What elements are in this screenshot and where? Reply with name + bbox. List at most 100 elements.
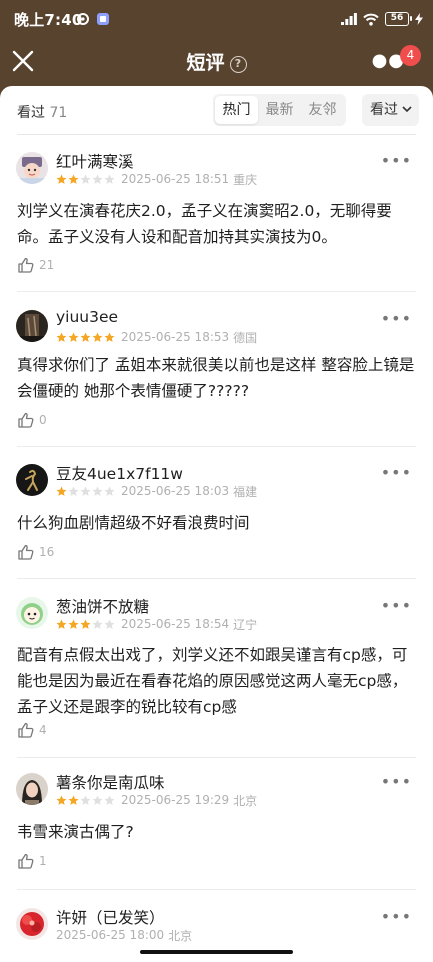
comment-divider bbox=[17, 291, 416, 292]
star-filled-icon bbox=[104, 332, 115, 342]
watched-number: 71 bbox=[49, 105, 68, 121]
star-filled-icon bbox=[68, 795, 79, 805]
comment-meta: 2025-06-25 18:51 重庆 bbox=[56, 172, 257, 187]
comment-date: 2025-06-25 18:03 bbox=[121, 484, 230, 498]
star-empty-icon bbox=[68, 486, 79, 496]
star-filled-icon bbox=[68, 332, 79, 342]
comment-meta: 2025-06-25 18:00 北京 bbox=[56, 928, 193, 943]
comment-text: 真得求你们了 孟姐本来就很美以前也是这样 整容脸上镜是会僵硬的 她那个表情僵硬了… bbox=[17, 356, 415, 400]
like-button[interactable]: 4 bbox=[17, 720, 47, 740]
avatar[interactable] bbox=[16, 597, 48, 629]
star-empty-icon bbox=[80, 174, 91, 184]
battery-icon: 56 bbox=[385, 12, 412, 26]
comment-meta: 2025-06-25 18:53 德国 bbox=[56, 330, 258, 345]
watched-filter-label: 看过 bbox=[370, 102, 398, 118]
comment-username[interactable]: 薯条你是南瓜味 bbox=[56, 771, 165, 793]
comment-text: 韦雪来演古偶了? bbox=[17, 823, 134, 841]
comment-text: 刘学义在演春花庆2.0，孟子义在演窦昭2.0，无聊得要命。孟子义没有人设和配音加… bbox=[17, 202, 392, 246]
thumbs-up-icon bbox=[18, 853, 34, 869]
comment-date: 2025-06-25 18:53 bbox=[121, 330, 230, 344]
like-count: 4 bbox=[39, 723, 47, 737]
star-filled-icon bbox=[56, 332, 67, 342]
star-filled-icon bbox=[68, 174, 79, 184]
comment-divider bbox=[17, 446, 416, 447]
rating-stars bbox=[56, 795, 115, 806]
comment-divider bbox=[17, 578, 416, 579]
comment-username[interactable]: 豆友4ue1x7f11w bbox=[56, 462, 183, 484]
comment-more-icon[interactable]: ••• bbox=[381, 465, 412, 481]
comment-meta: 2025-06-25 18:03 福建 bbox=[56, 484, 258, 499]
like-button[interactable]: 1 bbox=[17, 851, 47, 871]
rating-stars bbox=[56, 174, 115, 185]
avatar[interactable] bbox=[16, 908, 48, 940]
charging-icon bbox=[415, 13, 423, 25]
refresh-status-icon bbox=[77, 13, 89, 25]
like-count: 21 bbox=[39, 258, 55, 272]
comment-location: 辽宁 bbox=[233, 617, 258, 632]
comment-username[interactable]: yiuu3ee bbox=[56, 308, 118, 326]
comment-location: 北京 bbox=[168, 928, 193, 943]
avatar[interactable] bbox=[16, 773, 48, 805]
comment-username[interactable]: 红叶满寒溪 bbox=[56, 150, 134, 172]
comment-divider bbox=[17, 757, 416, 758]
divider bbox=[17, 134, 416, 135]
like-button[interactable]: 16 bbox=[17, 542, 54, 562]
wifi-icon bbox=[363, 13, 379, 26]
nav-bar: 短评? ●● 4 bbox=[0, 38, 433, 84]
tab-hot[interactable]: 热门 bbox=[215, 96, 258, 124]
thumbs-up-icon bbox=[18, 722, 34, 738]
status-right-group: 56 bbox=[341, 10, 423, 28]
comment-more-icon[interactable]: ••• bbox=[381, 311, 412, 327]
comment-location: 北京 bbox=[233, 793, 258, 808]
star-filled-icon bbox=[56, 486, 67, 496]
avatar[interactable] bbox=[16, 464, 48, 496]
help-icon[interactable]: ? bbox=[229, 56, 247, 73]
star-filled-icon bbox=[56, 174, 67, 184]
rating-stars bbox=[56, 486, 115, 497]
watched-filter-dropdown[interactable]: 看过 bbox=[362, 94, 419, 126]
star-filled-icon bbox=[68, 619, 79, 629]
tab-friends[interactable]: 友邻 bbox=[301, 96, 344, 124]
avatar[interactable] bbox=[16, 310, 48, 342]
star-filled-icon bbox=[80, 619, 91, 629]
comment-more-icon[interactable]: ••• bbox=[381, 153, 412, 169]
home-indicator bbox=[140, 950, 293, 954]
thumbs-up-icon bbox=[18, 544, 34, 560]
comment-more-icon[interactable]: ••• bbox=[381, 909, 412, 925]
comment-more-icon[interactable]: ••• bbox=[381, 598, 412, 614]
signal-icon bbox=[341, 13, 357, 25]
comment-text: 配音有点假太出戏了，刘学义还不如跟吴谨言有cp感，可能也是因为最近在看春花焰的原… bbox=[17, 646, 408, 716]
star-empty-icon bbox=[92, 619, 103, 629]
like-count: 16 bbox=[39, 545, 55, 559]
status-time: 晚上7:40 bbox=[14, 11, 83, 29]
comment-date: 2025-06-25 18:54 bbox=[121, 617, 230, 631]
like-button[interactable]: 21 bbox=[17, 255, 54, 275]
like-count: 1 bbox=[39, 854, 47, 868]
comment-meta: 2025-06-25 19:29 北京 bbox=[56, 793, 258, 808]
star-empty-icon bbox=[92, 486, 103, 496]
star-empty-icon bbox=[80, 795, 91, 805]
like-button[interactable]: 0 bbox=[17, 410, 47, 430]
star-empty-icon bbox=[92, 174, 103, 184]
comment-username[interactable]: 葱油饼不放糖 bbox=[56, 595, 149, 617]
comment-location: 德国 bbox=[233, 330, 258, 345]
app-notification-icon bbox=[97, 13, 109, 25]
thumbs-up-icon bbox=[18, 412, 34, 428]
like-count: 0 bbox=[39, 413, 47, 427]
comment-more-icon[interactable]: ••• bbox=[381, 774, 412, 790]
page-title: 短评? bbox=[0, 48, 433, 75]
tab-latest[interactable]: 最新 bbox=[258, 96, 301, 124]
star-empty-icon bbox=[104, 174, 115, 184]
chevron-down-icon bbox=[402, 106, 412, 113]
star-filled-icon bbox=[56, 795, 67, 805]
avatar[interactable] bbox=[16, 152, 48, 184]
comment-username[interactable]: 许妍（已发笑） bbox=[56, 906, 165, 928]
comment-date: 2025-06-25 18:00 bbox=[56, 928, 165, 942]
rating-stars bbox=[56, 619, 115, 630]
filter-bar: 看过 71 热门 最新 友邻 看过 bbox=[0, 86, 433, 134]
comment-date: 2025-06-25 19:29 bbox=[121, 793, 230, 807]
star-empty-icon bbox=[92, 795, 103, 805]
star-filled-icon bbox=[92, 332, 103, 342]
thumbs-up-icon bbox=[18, 257, 34, 273]
comment-location: 福建 bbox=[233, 484, 258, 499]
